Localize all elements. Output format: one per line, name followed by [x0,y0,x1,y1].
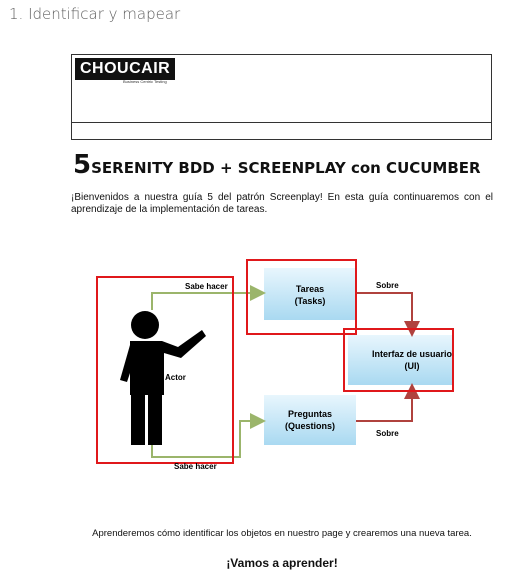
sobre-bottom-arrow [356,383,420,422]
questions-box [264,395,356,445]
sobre-top-arrow [356,292,420,337]
logo-brand: CHOUCAIR [75,58,176,80]
call-to-action: ¡Vamos a aprender! [226,556,338,570]
tasks-label-line2: (Tasks) [295,296,326,306]
sabe-hacer-top-label: Sabe hacer [185,282,228,291]
screenplay-diagram: Sabe hacer Sabe hacer Sobre Sobre Actor … [96,259,454,471]
ui-box [348,335,454,385]
sobre-top-label: Sobre [376,281,399,290]
actor-label: Actor [165,373,186,382]
outro-paragraph: Aprenderemos cómo identificar los objeto… [92,528,472,539]
ui-label-line1: Interfaz de usuario [372,349,453,359]
guide-title: 5SERENITY BDD + SCREENPLAY con CUCUMBER [73,150,481,180]
guide-title-text: SERENITY BDD + SCREENPLAY con CUCUMBER [91,159,481,177]
tasks-box [264,268,356,320]
questions-label-line1: Preguntas [288,409,332,419]
actor-highlight [96,276,234,464]
intro-paragraph: ¡Bienvenidos a nuestra guía 5 del patrón… [71,192,493,215]
logo-tagline: Business Centric Testing [123,79,167,84]
guide-number: 5 [73,150,92,180]
sabe-hacer-bottom-label: Sabe hacer [174,462,217,471]
sobre-bottom-label: Sobre [376,429,399,438]
ui-label-line2: (UI) [405,361,420,371]
sabe-hacer-bottom-arrow [151,413,266,458]
section-heading: 1. Identificar y mapear [9,5,181,23]
choucair-logo: CHOUCAIR Business Centric Testing [75,58,183,84]
actor-figure-icon [120,311,206,445]
sabe-hacer-top-arrow [151,285,266,310]
questions-label-line2: (Questions) [285,421,335,431]
document-header: CHOUCAIR Business Centric Testing [71,54,492,140]
header-divider [72,122,491,123]
tasks-label-line1: Tareas [296,284,324,294]
